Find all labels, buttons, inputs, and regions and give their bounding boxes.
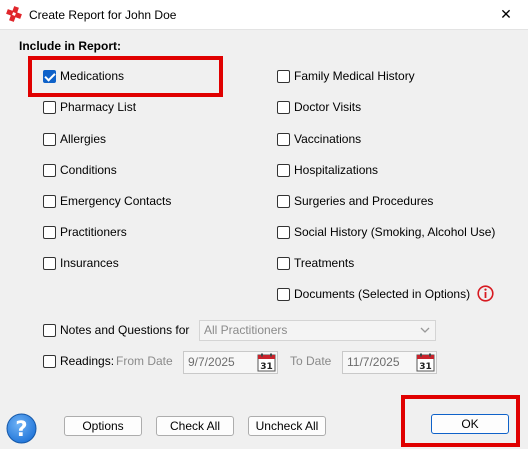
practitioner-select-value: All Practitioners bbox=[204, 323, 288, 337]
uncheck-all-button[interactable]: Uncheck All bbox=[248, 416, 326, 436]
to-date-field[interactable]: 11/7/2025 31 bbox=[342, 351, 437, 374]
option-doctor-visits[interactable]: Doctor Visits bbox=[277, 99, 361, 115]
option-label: Social History (Smoking, Alcohol Use) bbox=[294, 225, 496, 239]
chevron-down-icon bbox=[420, 327, 430, 333]
option-hospitalizations[interactable]: Hospitalizations bbox=[277, 162, 378, 178]
conditions-checkbox[interactable] bbox=[43, 163, 56, 177]
option-documents[interactable]: Documents (Selected in Options) bbox=[277, 286, 470, 302]
option-treatments[interactable]: Treatments bbox=[277, 255, 354, 271]
option-pharmacy-list[interactable]: Pharmacy List bbox=[43, 99, 136, 115]
pharmacy-list-checkbox[interactable] bbox=[43, 100, 56, 114]
svg-text:?: ? bbox=[15, 417, 27, 441]
section-label: Include in Report: bbox=[19, 39, 121, 53]
red-cross-icon bbox=[6, 6, 22, 22]
documents-checkbox[interactable] bbox=[277, 287, 290, 301]
svg-text:31: 31 bbox=[419, 362, 432, 372]
close-icon: ✕ bbox=[500, 5, 512, 22]
option-family-medical-history[interactable]: Family Medical History bbox=[277, 68, 415, 84]
from-date-field[interactable]: 9/7/2025 31 bbox=[183, 351, 278, 374]
close-button[interactable]: ✕ bbox=[496, 4, 516, 24]
option-label: Pharmacy List bbox=[60, 100, 137, 114]
option-emergency-contacts[interactable]: Emergency Contacts bbox=[43, 193, 171, 209]
help-icon[interactable]: ? bbox=[6, 413, 37, 444]
from-date-value: 9/7/2025 bbox=[188, 355, 235, 369]
calendar-icon[interactable]: 31 bbox=[416, 353, 435, 372]
option-label: Family Medical History bbox=[294, 69, 415, 83]
check-all-button[interactable]: Check All bbox=[156, 416, 234, 436]
option-notes-and-questions[interactable]: Notes and Questions for bbox=[43, 322, 189, 338]
option-label: Hospitalizations bbox=[294, 163, 379, 177]
notes-checkbox[interactable] bbox=[43, 323, 56, 337]
option-label: Documents (Selected in Options) bbox=[294, 287, 471, 301]
notes-label: Notes and Questions for bbox=[60, 323, 190, 337]
option-social-history[interactable]: Social History (Smoking, Alcohol Use) bbox=[277, 224, 495, 240]
option-label: Treatments bbox=[294, 256, 355, 270]
emergency-contacts-checkbox[interactable] bbox=[43, 194, 56, 208]
highlight-box bbox=[28, 56, 223, 97]
option-allergies[interactable]: Allergies bbox=[43, 131, 106, 147]
social-history-checkbox[interactable] bbox=[277, 225, 290, 239]
window-title: Create Report for John Doe bbox=[29, 8, 177, 22]
option-practitioners[interactable]: Practitioners bbox=[43, 224, 127, 240]
vaccinations-checkbox[interactable] bbox=[277, 132, 290, 146]
practitioners-checkbox[interactable] bbox=[43, 225, 56, 239]
title-bar: Create Report for John Doe ✕ bbox=[0, 0, 528, 30]
option-surgeries-and-procedures[interactable]: Surgeries and Procedures bbox=[277, 193, 433, 209]
family-medical-history-checkbox[interactable] bbox=[277, 69, 290, 83]
option-label: Emergency Contacts bbox=[60, 194, 172, 208]
info-icon[interactable] bbox=[477, 285, 494, 302]
option-label: Conditions bbox=[60, 163, 117, 177]
calendar-icon[interactable]: 31 bbox=[257, 353, 276, 372]
svg-text:31: 31 bbox=[260, 362, 273, 372]
insurances-checkbox[interactable] bbox=[43, 256, 56, 270]
from-date-label: From Date bbox=[116, 354, 173, 368]
option-label: Vaccinations bbox=[294, 132, 362, 146]
option-label: Allergies bbox=[60, 132, 107, 146]
to-date-value: 11/7/2025 bbox=[347, 355, 400, 369]
readings-checkbox[interactable] bbox=[43, 354, 56, 368]
option-label: Doctor Visits bbox=[294, 100, 362, 114]
practitioner-select[interactable]: All Practitioners bbox=[199, 320, 436, 341]
options-button[interactable]: Options bbox=[64, 416, 142, 436]
surgeries-and-procedures-checkbox[interactable] bbox=[277, 194, 290, 208]
option-label: Practitioners bbox=[60, 225, 127, 239]
doctor-visits-checkbox[interactable] bbox=[277, 100, 290, 114]
option-readings[interactable]: Readings: bbox=[43, 353, 114, 369]
option-label: Surgeries and Procedures bbox=[294, 194, 434, 208]
ok-button[interactable]: OK bbox=[431, 414, 509, 434]
option-label: Insurances bbox=[60, 256, 119, 270]
hospitalizations-checkbox[interactable] bbox=[277, 163, 290, 177]
option-vaccinations[interactable]: Vaccinations bbox=[277, 131, 361, 147]
option-conditions[interactable]: Conditions bbox=[43, 162, 117, 178]
readings-label: Readings: bbox=[60, 354, 115, 368]
to-date-label: To Date bbox=[290, 354, 332, 368]
option-insurances[interactable]: Insurances bbox=[43, 255, 119, 271]
allergies-checkbox[interactable] bbox=[43, 132, 56, 146]
treatments-checkbox[interactable] bbox=[277, 256, 290, 270]
